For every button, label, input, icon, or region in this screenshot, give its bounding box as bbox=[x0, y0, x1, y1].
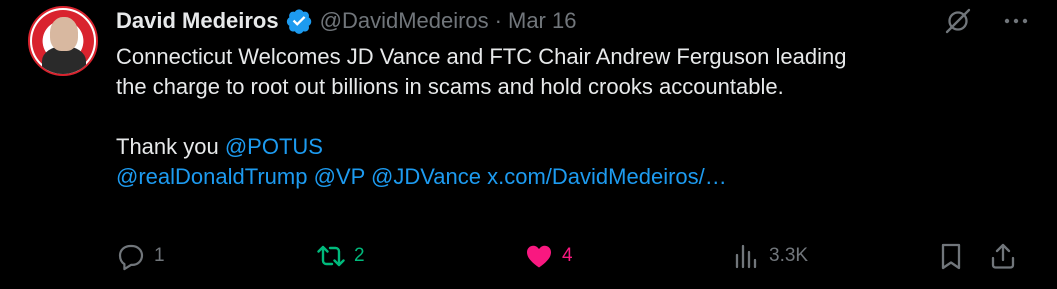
views-count: 3.3K bbox=[769, 245, 809, 266]
mention-vp[interactable]: @VP bbox=[314, 164, 365, 189]
share-button[interactable] bbox=[988, 240, 1018, 272]
top-actions bbox=[943, 6, 1029, 36]
tweet-card[interactable]: David Medeiros @DavidMedeiros · Mar 16 C… bbox=[0, 0, 1057, 289]
tweet-header: David Medeiros @DavidMedeiros · Mar 16 bbox=[116, 6, 576, 36]
reply-count: 1 bbox=[154, 245, 165, 266]
mention-jdvance[interactable]: @JDVance bbox=[371, 164, 481, 189]
verified-badge-icon bbox=[285, 7, 313, 35]
tweet-thanks-line: Thank you @POTUS bbox=[116, 132, 1036, 162]
repost-button[interactable]: 2 bbox=[316, 240, 365, 272]
separator-dot: · bbox=[494, 8, 502, 33]
author-handle[interactable]: @DavidMedeiros bbox=[320, 8, 489, 34]
like-count: 4 bbox=[562, 245, 573, 266]
views-button[interactable]: 3.3K bbox=[731, 240, 808, 272]
bookmark-button[interactable] bbox=[936, 240, 966, 272]
tweet-text: Connecticut Welcomes JD Vance and FTC Ch… bbox=[116, 42, 1036, 192]
repost-count: 2 bbox=[354, 245, 365, 266]
avatar[interactable] bbox=[28, 6, 98, 76]
share-icon bbox=[991, 243, 1015, 269]
avatar-face bbox=[50, 17, 78, 51]
action-bar: 1 2 4 3.3K bbox=[116, 240, 1026, 272]
views-icon bbox=[735, 244, 757, 269]
reply-button[interactable]: 1 bbox=[116, 240, 165, 272]
repost-icon bbox=[317, 245, 345, 267]
like-button[interactable]: 4 bbox=[524, 240, 573, 272]
reply-icon bbox=[118, 244, 144, 271]
tweet-line-2: the charge to root out billions in scams… bbox=[116, 74, 784, 99]
mention-potus[interactable]: @POTUS bbox=[225, 134, 323, 159]
more-icon[interactable] bbox=[1003, 6, 1029, 36]
tweet-date[interactable]: Mar 16 bbox=[508, 8, 576, 34]
like-icon bbox=[527, 245, 551, 268]
tweet-mentions-line: @realDonaldTrump @VP @JDVance x.com/Davi… bbox=[116, 162, 1036, 192]
tweet-link[interactable]: x.com/DavidMedeiros/… bbox=[487, 164, 727, 189]
tweet-line-1: Connecticut Welcomes JD Vance and FTC Ch… bbox=[116, 44, 847, 69]
grok-icon[interactable] bbox=[943, 6, 973, 36]
thanks-text: Thank you bbox=[116, 134, 225, 159]
author-name[interactable]: David Medeiros bbox=[116, 8, 279, 34]
mention-realdonaldtrump[interactable]: @realDonaldTrump bbox=[116, 164, 307, 189]
bookmark-icon bbox=[941, 243, 961, 270]
